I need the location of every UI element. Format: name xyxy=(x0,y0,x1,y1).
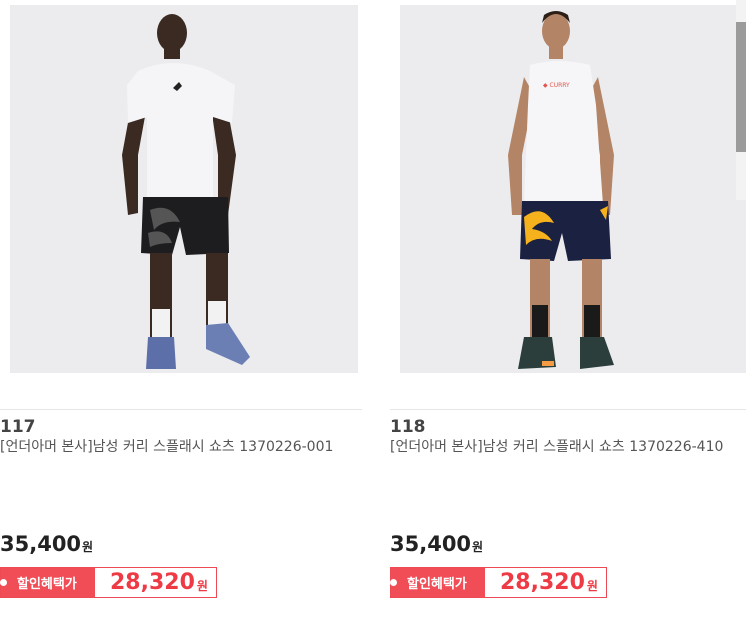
svg-text:◆ CURRY: ◆ CURRY xyxy=(543,82,570,89)
sale-price-unit: 원 xyxy=(196,579,208,593)
sale-price-value: 28,320 xyxy=(110,570,195,595)
product-photo-icon xyxy=(10,5,358,373)
sale-price: 28,320 원 xyxy=(95,568,216,597)
discount-label: 할인혜택가 xyxy=(390,568,485,597)
product-number: 118 xyxy=(390,417,426,437)
product-name[interactable]: [언더아머 본사]남성 커리 스플래시 쇼츠 1370226-410 xyxy=(390,438,742,457)
divider xyxy=(0,409,362,410)
price-unit: 원 xyxy=(82,540,94,554)
product-price: 35,400원 xyxy=(0,532,93,556)
product-number: 117 xyxy=(0,417,36,437)
product-name[interactable]: [언더아머 본사]남성 커리 스플래시 쇼츠 1370226-001 xyxy=(0,438,352,457)
product-card[interactable]: ◆ CURRY 118 [언더아머 본사]남성 커리 스플래시 쇼츠 13702… xyxy=(390,0,746,625)
sale-price-unit: 원 xyxy=(586,579,598,593)
product-price: 35,400원 xyxy=(390,532,483,556)
sale-price: 28,320 원 xyxy=(485,568,606,597)
scrollbar[interactable] xyxy=(736,0,746,200)
product-image[interactable] xyxy=(10,5,358,373)
product-card[interactable]: 117 [언더아머 본사]남성 커리 스플래시 쇼츠 1370226-001 3… xyxy=(0,0,370,625)
discount-label: 할인혜택가 xyxy=(0,568,95,597)
product-photo-icon: ◆ CURRY xyxy=(400,5,746,373)
discount-badge: 할인혜택가 28,320 원 xyxy=(0,567,217,598)
sale-price-value: 28,320 xyxy=(500,570,585,595)
price-value: 35,400 xyxy=(0,532,82,556)
scrollbar-thumb[interactable] xyxy=(736,22,746,152)
price-unit: 원 xyxy=(472,540,484,554)
divider xyxy=(390,409,746,410)
discount-badge: 할인혜택가 28,320 원 xyxy=(390,567,607,598)
price-value: 35,400 xyxy=(390,532,472,556)
product-image[interactable]: ◆ CURRY xyxy=(400,5,746,373)
